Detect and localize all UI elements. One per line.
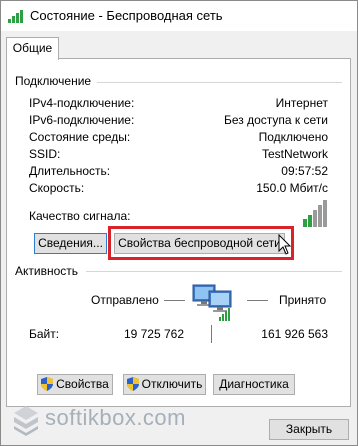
duration-value: 09:57:52 <box>281 164 328 178</box>
received-connector-line <box>247 300 268 301</box>
ssid-label: SSID: <box>29 147 61 161</box>
disable-button[interactable]: Отключить <box>123 374 206 395</box>
connection-divider <box>97 82 342 83</box>
title-bar: Состояние - Беспроводная сеть <box>1 1 357 31</box>
activity-divider <box>86 271 342 272</box>
tab-general[interactable]: Общие <box>6 37 59 60</box>
connection-heading: Подключение <box>15 74 92 88</box>
ipv4-label: IPv4-подключение: <box>29 96 135 110</box>
bytes-label: Байт: <box>29 327 60 341</box>
speed-value: 150.0 Мбит/с <box>256 181 328 195</box>
activity-heading: Активность <box>15 264 79 278</box>
details-button[interactable]: Сведения... <box>34 233 107 254</box>
shield-icon <box>41 377 54 391</box>
disable-button-label: Отключить <box>141 377 203 391</box>
signal-strength-bars-icon <box>303 200 327 227</box>
speed-label: Скорость: <box>29 181 85 195</box>
network-computers-icon <box>192 284 232 321</box>
ipv6-value: Без доступа к сети <box>224 113 328 127</box>
close-button[interactable]: Закрыть <box>269 419 349 440</box>
status-window: Состояние - Беспроводная сеть Общие Подк… <box>0 0 358 446</box>
sent-connector-line <box>164 300 185 301</box>
bytes-sent-value: 19 725 762 <box>123 327 184 341</box>
sent-label: Отправлено <box>91 293 159 307</box>
bytes-received-value: 161 926 563 <box>261 327 328 341</box>
signal-quality-label: Качество сигнала: <box>29 209 131 223</box>
duration-label: Длительность: <box>29 164 111 178</box>
ipv6-label: IPv6-подключение: <box>29 113 135 127</box>
watermark-text: softikbox.com <box>45 405 186 430</box>
media-state-label: Состояние среды: <box>29 130 131 144</box>
wifi-signal-icon <box>8 10 23 23</box>
softikbox-logo-icon <box>14 406 38 436</box>
received-label: Принято <box>279 293 327 307</box>
properties-button[interactable]: Свойства <box>37 374 113 395</box>
bytes-separator <box>211 325 212 343</box>
properties-button-label: Свойства <box>56 377 109 391</box>
wireless-properties-button[interactable]: Свойства беспроводной сети <box>114 233 285 254</box>
ssid-value: TestNetwork <box>261 147 328 161</box>
shield-icon <box>126 377 139 391</box>
window-title: Состояние - Беспроводная сеть <box>30 8 223 23</box>
mouse-cursor-icon <box>278 234 292 255</box>
ipv4-value: Интернет <box>275 96 328 110</box>
diagnostics-button[interactable]: Диагностика <box>213 374 295 395</box>
general-panel: Подключение IPv4-подключение: Интернет I… <box>6 58 351 407</box>
media-state-value: Подключено <box>258 130 328 144</box>
